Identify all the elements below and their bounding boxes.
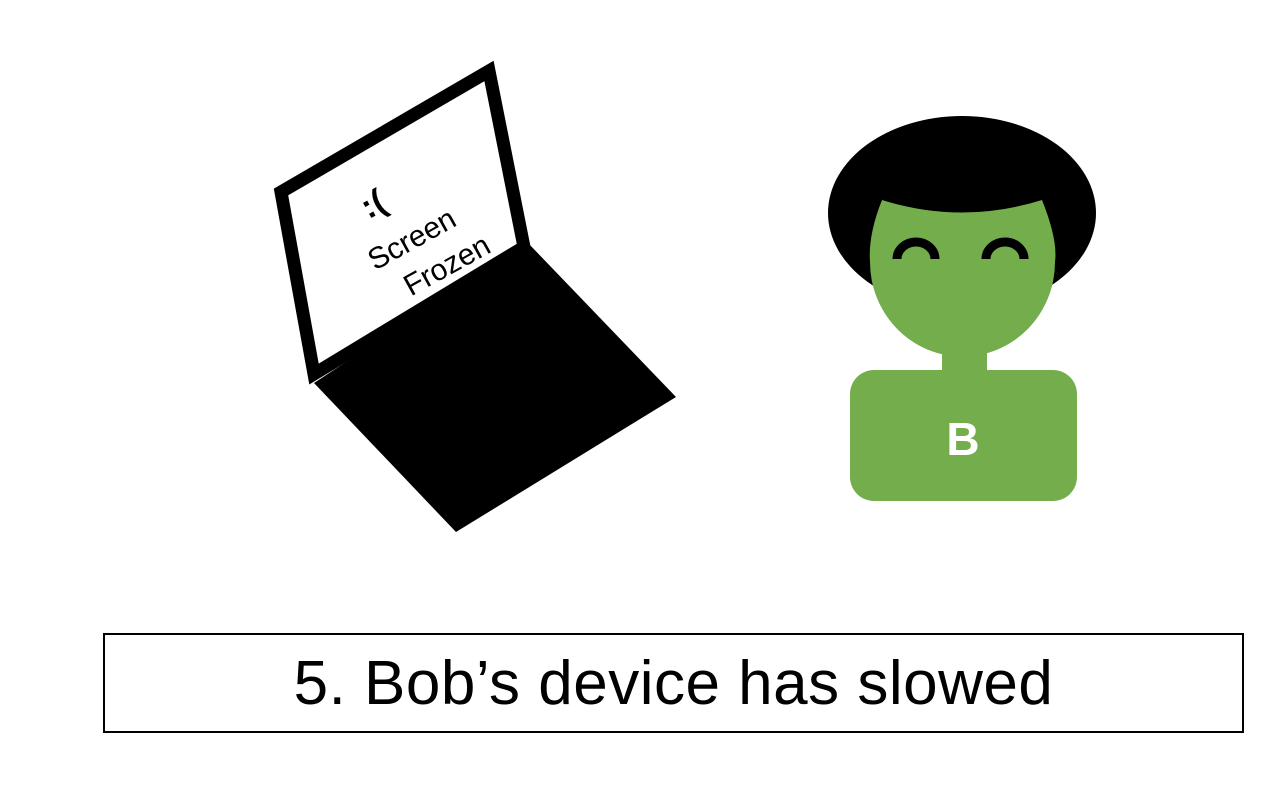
person-face [869,200,1056,357]
person-badge-letter: B [946,413,979,465]
laptop-icon: :( Screen Frozen [273,60,676,532]
diagram-canvas: :( Screen Frozen B 5. Bob’s device has s… [0,0,1272,796]
caption-box: 5. Bob’s device has slowed [103,633,1244,733]
person-avatar-bob: B [828,116,1096,501]
caption-text: 5. Bob’s device has slowed [293,648,1054,718]
